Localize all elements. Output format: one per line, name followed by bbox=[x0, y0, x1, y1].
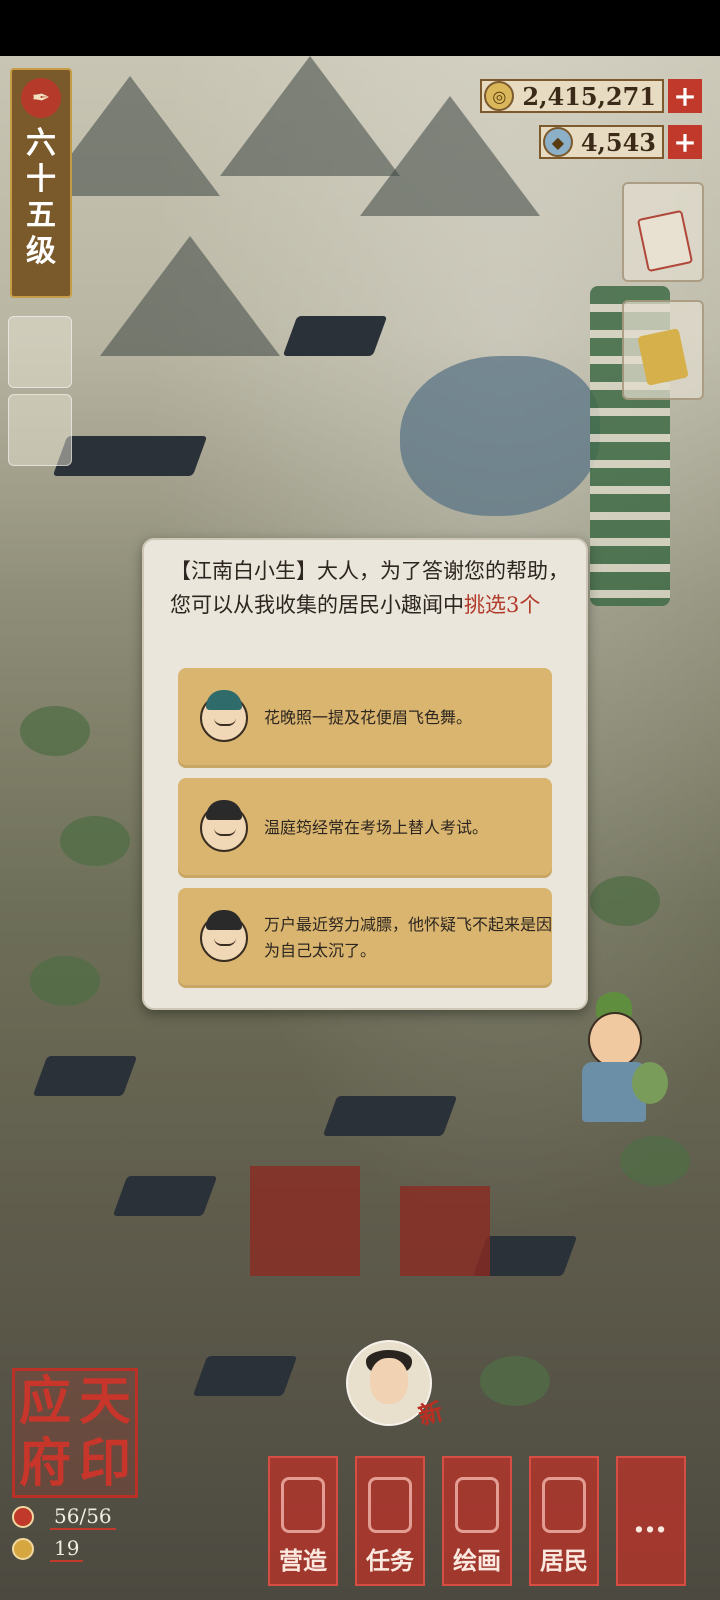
gold-stat: 19 bbox=[12, 1536, 138, 1562]
dialog-speaker: 【江南白小生】 bbox=[170, 559, 317, 583]
coin-value: 2,415,271 bbox=[522, 81, 656, 111]
scholar-bag bbox=[632, 1062, 668, 1104]
anecdote-option[interactable]: 温庭筠经常在考场上替人考试。 bbox=[178, 778, 552, 878]
jade-resource: ◆ 4,543 + bbox=[538, 122, 702, 162]
building-roof bbox=[112, 1176, 218, 1216]
status-bar bbox=[0, 0, 720, 56]
level-label: 六十五级 bbox=[26, 126, 56, 269]
more-icon: … bbox=[633, 1501, 669, 1541]
population-value: 56/56 bbox=[50, 1504, 116, 1530]
tree bbox=[620, 1136, 690, 1186]
dialog-highlight: 挑选3个 bbox=[464, 593, 541, 617]
nav-build-button[interactable]: 营造 bbox=[268, 1456, 338, 1586]
level-badge[interactable]: ✒ 六十五级 bbox=[10, 68, 72, 298]
teal-hair-woman-avatar-icon bbox=[200, 690, 248, 742]
copper-coin-icon: ◎ bbox=[484, 81, 515, 111]
gold-icon bbox=[12, 1538, 34, 1560]
option-text: 花晚照一提及花便眉飞色舞。 bbox=[264, 708, 473, 727]
add-coin-button[interactable]: + bbox=[668, 79, 702, 113]
anecdote-dialog: 【江南白小生】大人，为了答谢您的帮助，您可以从我收集的居民小趣闻中挑选3个 花晚… bbox=[142, 538, 588, 1010]
nav-label: 绘画 bbox=[453, 1546, 501, 1575]
add-jade-button[interactable]: + bbox=[668, 125, 702, 159]
city-name: 应 天 府 印 bbox=[12, 1368, 138, 1498]
dialog-message: 【江南白小生】大人，为了答谢您的帮助，您可以从我收集的居民小趣闻中挑选3个 bbox=[170, 554, 570, 622]
nav-label: 任务 bbox=[366, 1546, 414, 1575]
mountain bbox=[100, 236, 280, 356]
event-card-button[interactable] bbox=[622, 182, 704, 282]
nav-label: 居民 bbox=[540, 1546, 588, 1575]
scholar-man-avatar-icon bbox=[200, 800, 248, 852]
task-scroll-icon bbox=[368, 1477, 412, 1533]
tree bbox=[60, 816, 130, 866]
building-roof bbox=[322, 1096, 458, 1136]
painting-scroll-icon bbox=[455, 1477, 499, 1533]
resident-icon bbox=[542, 1477, 586, 1533]
brush-icon: ✒ bbox=[21, 78, 61, 118]
scholar-character[interactable] bbox=[566, 992, 676, 1132]
coin-resource: ◎ 2,415,271 + bbox=[480, 76, 702, 116]
scholar-head bbox=[588, 1012, 642, 1068]
city-char: 应 bbox=[18, 1371, 71, 1432]
tree bbox=[30, 956, 100, 1006]
red-pavilion bbox=[250, 1166, 360, 1276]
building-roof bbox=[192, 1356, 298, 1396]
npc-face bbox=[370, 1358, 408, 1404]
nav-label: 营造 bbox=[279, 1546, 327, 1575]
side-menu-button[interactable] bbox=[8, 316, 72, 388]
nav-painting-button[interactable]: 绘画 bbox=[442, 1456, 512, 1586]
city-char: 府 bbox=[18, 1433, 71, 1494]
tree bbox=[590, 876, 660, 926]
city-char: 印 bbox=[78, 1433, 131, 1494]
red-pavilion bbox=[400, 1186, 490, 1276]
population-stat: 56/56 bbox=[12, 1504, 138, 1530]
jade-value: 4,543 bbox=[580, 127, 656, 157]
lake bbox=[400, 356, 600, 516]
gold-card-button[interactable] bbox=[622, 300, 704, 400]
gold-value: 19 bbox=[50, 1536, 84, 1562]
population-icon bbox=[12, 1506, 34, 1528]
nav-task-button[interactable]: 任务 bbox=[355, 1456, 425, 1586]
nav-more-button[interactable]: … bbox=[616, 1456, 686, 1586]
building-roof bbox=[32, 1056, 138, 1096]
jade-gem-icon: ◆ bbox=[542, 127, 573, 157]
nav-resident-button[interactable]: 居民 bbox=[529, 1456, 599, 1586]
option-text: 万户最近努力减膘，他怀疑飞不起来是因为自己太沉了。 bbox=[264, 915, 553, 960]
building-roof bbox=[52, 436, 208, 476]
tree bbox=[20, 706, 90, 756]
building-roof bbox=[282, 316, 388, 356]
build-icon bbox=[281, 1477, 325, 1533]
city-char: 天 bbox=[78, 1371, 131, 1432]
side-menu-button[interactable] bbox=[8, 394, 72, 466]
anecdote-option[interactable]: 万户最近努力减膘，他怀疑飞不起来是因为自己太沉了。 bbox=[178, 888, 552, 988]
city-seal[interactable]: 应 天 府 印 56/56 19 bbox=[12, 1368, 138, 1568]
official-man-avatar-icon bbox=[200, 910, 248, 962]
tree bbox=[480, 1356, 550, 1406]
gold-ingot-icon bbox=[637, 328, 689, 386]
letter-icon bbox=[636, 209, 694, 273]
option-text: 温庭筠经常在考场上替人考试。 bbox=[264, 818, 489, 837]
anecdote-option[interactable]: 花晚照一提及花便眉飞色舞。 bbox=[178, 668, 552, 768]
